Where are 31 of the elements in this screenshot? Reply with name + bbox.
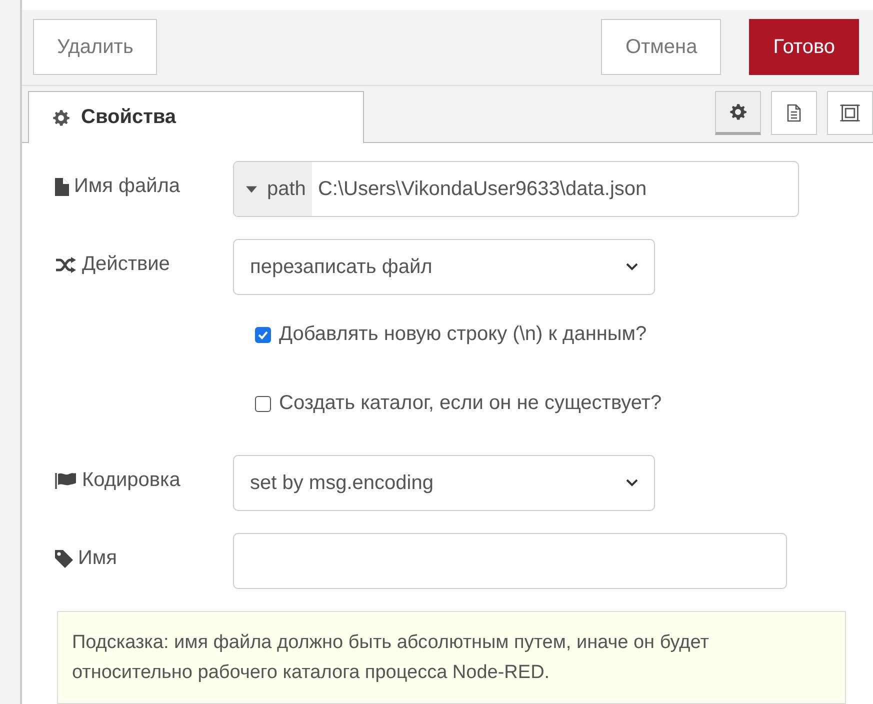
field-label: Имя: [78, 547, 117, 570]
field-label: Кодировка: [82, 469, 180, 492]
shuffle-icon: [55, 256, 77, 273]
dropdown[interactable]: set by msg.encoding: [233, 455, 655, 512]
checkbox-label: Добавлять новую строку (\n) к данным?: [279, 323, 647, 346]
path-field[interactable]: path C:\Users\VikondaUser9633\data.json: [233, 161, 799, 218]
frame-icon: [839, 102, 861, 124]
file-icon: [55, 178, 69, 196]
checkbox[interactable]: [255, 326, 271, 343]
delete-button[interactable]: Удалить: [33, 19, 158, 76]
properties-tab[interactable]: Свойства: [28, 91, 364, 144]
gear-icon: [51, 108, 71, 128]
done-button[interactable]: Готово: [749, 19, 859, 76]
chevron-icon: [626, 479, 638, 488]
document-button[interactable]: [771, 91, 817, 136]
hint-text: Подсказка: имя файла должно быть абсолютным путем, иначе он будет относительно рабочего каталога процесса Node-RED.: [57, 611, 846, 704]
checkmark-icon: [257, 328, 269, 341]
caret-icon: [246, 186, 257, 193]
cancel-button[interactable]: Отмена: [601, 19, 722, 76]
settings-button[interactable]: [715, 91, 761, 136]
gear-icon: [728, 102, 748, 122]
frame-button[interactable]: [827, 91, 873, 136]
chevron-icon: [626, 263, 638, 272]
field-label: Имя файла: [74, 175, 180, 198]
tag-icon: [55, 550, 73, 568]
field-label: Действие: [82, 253, 170, 276]
flag-icon: [55, 472, 77, 489]
dropdown[interactable]: перезаписать файл: [233, 239, 655, 296]
name-input[interactable]: [233, 533, 787, 590]
checkbox[interactable]: [255, 396, 271, 412]
checkbox-label: Создать каталог, если он не существует?: [279, 392, 662, 416]
